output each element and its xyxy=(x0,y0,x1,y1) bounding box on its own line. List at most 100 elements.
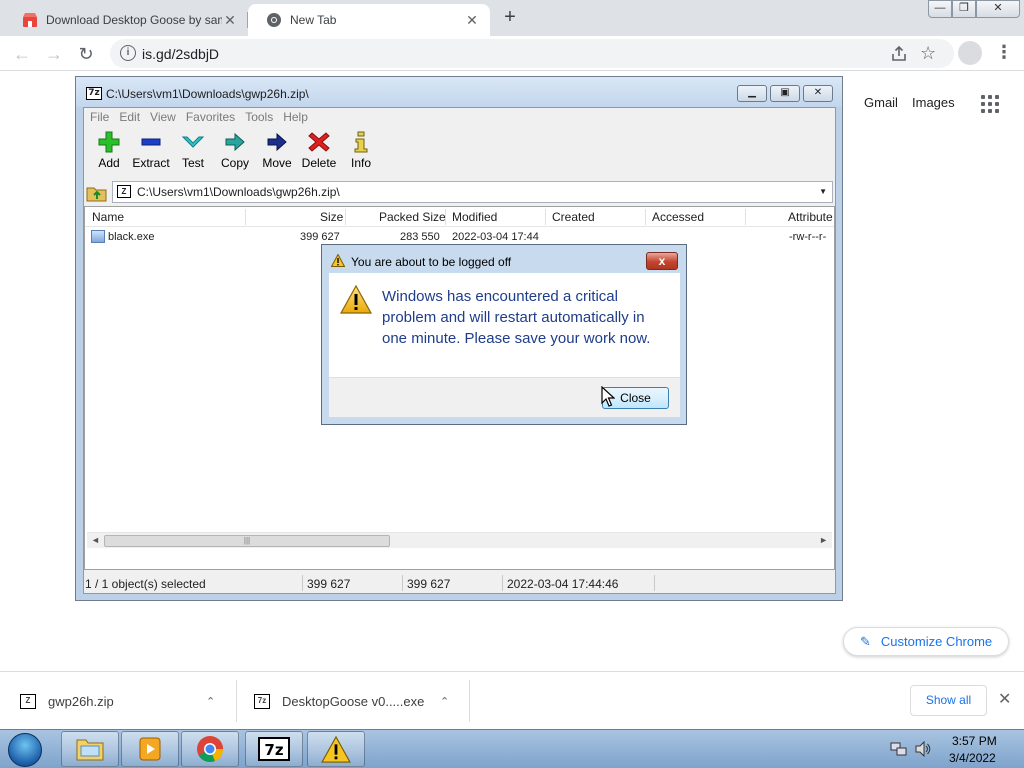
taskbar-chrome[interactable] xyxy=(181,731,239,767)
horizontal-scrollbar[interactable]: ◄ ||| ► xyxy=(87,532,832,548)
column-separator[interactable] xyxy=(745,209,746,225)
column-created[interactable]: Created xyxy=(552,210,595,224)
download-item-exe[interactable]: 7z DesktopGoose v0.....exe ⌃ xyxy=(254,672,468,730)
dialog-close-x-button[interactable]: x xyxy=(646,252,678,270)
customize-chrome-button[interactable]: ✎ Customize Chrome xyxy=(843,627,1009,656)
close-downloads-icon[interactable]: ✕ xyxy=(998,689,1011,709)
cell-modified: 2022-03-04 17:44 xyxy=(452,231,539,243)
address-bar[interactable]: i is.gd/2sdbjD ☆ xyxy=(110,39,954,68)
column-separator[interactable] xyxy=(645,209,646,225)
column-packed-size[interactable]: Packed Size xyxy=(379,210,446,224)
warning-taskbar-icon xyxy=(321,735,351,763)
taskbar-explorer[interactable] xyxy=(61,731,119,767)
column-accessed[interactable]: Accessed xyxy=(652,210,704,224)
network-icon[interactable] xyxy=(890,741,908,757)
tab-close-icon[interactable]: ✕ xyxy=(464,12,480,29)
back-arrow-icon[interactable]: ← xyxy=(9,41,35,67)
menu-view[interactable]: View xyxy=(150,110,176,124)
cell-size: 399 627 xyxy=(300,231,340,243)
7zip-path-field[interactable]: Z C:\Users\vm1\Downloads\gwp26h.zip\ ▼ xyxy=(112,181,833,203)
speaker-icon[interactable] xyxy=(914,741,932,757)
clock-time[interactable]: 3:57 PM xyxy=(952,734,997,748)
menu-tools[interactable]: Tools xyxy=(245,110,273,124)
windows-taskbar: 7z 3:57 PM 3/4/2022 xyxy=(0,729,1024,768)
extract-button[interactable]: Extract xyxy=(130,128,172,174)
warning-icon xyxy=(331,254,345,267)
info-icon[interactable]: i xyxy=(120,45,136,61)
dialog-titlebar[interactable]: You are about to be logged off x xyxy=(322,245,686,273)
dropdown-arrow-icon[interactable]: ▼ xyxy=(819,182,827,202)
scrollbar-thumb[interactable]: ||| xyxy=(104,535,390,547)
7zip-titlebar[interactable]: 7z C:\Users\vm1\Downloads\gwp26h.zip\ ▁ … xyxy=(76,77,842,107)
clock-date[interactable]: 3/4/2022 xyxy=(949,751,996,765)
column-size[interactable]: Size xyxy=(320,210,343,224)
add-button[interactable]: Add xyxy=(88,128,130,174)
7zip-close-button[interactable]: ✕ xyxy=(803,85,833,102)
move-button[interactable]: Move xyxy=(256,128,298,174)
column-separator[interactable] xyxy=(345,209,346,225)
browser-toolbar: ← → ↻ i is.gd/2sdbjD ☆ xyxy=(0,36,1024,71)
menu-file[interactable]: File xyxy=(90,110,109,124)
delete-x-icon xyxy=(308,132,330,152)
tab-new-tab[interactable]: New Tab ✕ xyxy=(248,4,490,36)
chevron-up-icon[interactable]: ⌃ xyxy=(440,695,449,708)
7zip-maximize-button[interactable]: ▣ xyxy=(770,85,800,102)
tab-close-icon[interactable]: ✕ xyxy=(222,12,238,29)
cell-name: black.exe xyxy=(108,231,155,243)
scroll-right-icon[interactable]: ► xyxy=(819,535,828,545)
column-headers: Name Size Packed Size Modified Created A… xyxy=(85,207,834,227)
download-separator xyxy=(469,680,470,722)
kebab-menu-icon[interactable]: ⋮ xyxy=(995,41,1013,65)
7zip-minimize-button[interactable]: ▁ xyxy=(737,85,767,102)
url-text[interactable]: is.gd/2sdbjD xyxy=(142,46,219,62)
copy-arrow-icon xyxy=(225,132,245,152)
svg-text:7z: 7z xyxy=(264,741,283,759)
7zip-window-title: C:\Users\vm1\Downloads\gwp26h.zip\ xyxy=(106,87,309,101)
store-icon xyxy=(22,12,38,28)
share-icon[interactable] xyxy=(890,45,908,63)
column-name[interactable]: Name xyxy=(92,210,124,224)
tab-desktop-goose[interactable]: Download Desktop Goose by sam ✕ xyxy=(4,4,248,36)
copy-button[interactable]: Copy xyxy=(214,128,256,174)
scroll-left-icon[interactable]: ◄ xyxy=(91,535,100,545)
column-separator[interactable] xyxy=(445,209,446,225)
column-separator[interactable] xyxy=(545,209,546,225)
restore-button[interactable]: ❐ xyxy=(952,0,976,18)
menu-help[interactable]: Help xyxy=(283,110,308,124)
test-button[interactable]: Test xyxy=(172,128,214,174)
cell-attribute: -rw-r--r- xyxy=(789,231,827,243)
images-link[interactable]: Images xyxy=(912,95,955,110)
minus-icon xyxy=(141,138,161,146)
show-all-button[interactable]: Show all xyxy=(910,685,987,716)
reload-icon[interactable]: ↻ xyxy=(73,41,99,67)
bookmark-star-icon[interactable]: ☆ xyxy=(920,43,936,64)
taskbar-media-player[interactable] xyxy=(121,731,179,767)
gmail-link[interactable]: Gmail xyxy=(864,95,898,110)
move-label: Move xyxy=(262,156,292,170)
chevron-up-icon[interactable]: ⌃ xyxy=(206,695,215,708)
start-button[interactable] xyxy=(4,730,46,768)
zip-file-icon: Z xyxy=(20,693,36,709)
column-attribute[interactable]: Attribute xyxy=(788,210,833,224)
windows-orb-icon xyxy=(8,732,42,767)
window-close-button[interactable]: ✕ xyxy=(976,0,1020,18)
warning-triangle-icon xyxy=(340,285,372,314)
info-button[interactable]: Info xyxy=(340,128,382,174)
menu-favorites[interactable]: Favorites xyxy=(186,110,235,124)
column-modified[interactable]: Modified xyxy=(452,210,497,224)
profile-avatar-icon[interactable] xyxy=(958,41,982,65)
menu-edit[interactable]: Edit xyxy=(119,110,140,124)
minimize-button[interactable]: — xyxy=(928,0,952,18)
download-separator xyxy=(236,680,237,722)
google-apps-icon[interactable] xyxy=(981,95,999,113)
column-separator[interactable] xyxy=(245,209,246,225)
delete-button[interactable]: Delete xyxy=(298,128,340,174)
download-item-zip[interactable]: Z gwp26h.zip ⌃ xyxy=(20,672,236,730)
exe-file-icon xyxy=(91,230,105,243)
taskbar-warning-dialog[interactable] xyxy=(307,731,365,767)
status-size: 399 627 xyxy=(307,577,351,591)
folder-up-icon[interactable] xyxy=(86,182,108,202)
new-tab-plus-icon[interactable]: + xyxy=(498,6,522,30)
taskbar-7zip[interactable]: 7z xyxy=(245,731,303,767)
forward-arrow-icon[interactable]: → xyxy=(41,41,67,67)
